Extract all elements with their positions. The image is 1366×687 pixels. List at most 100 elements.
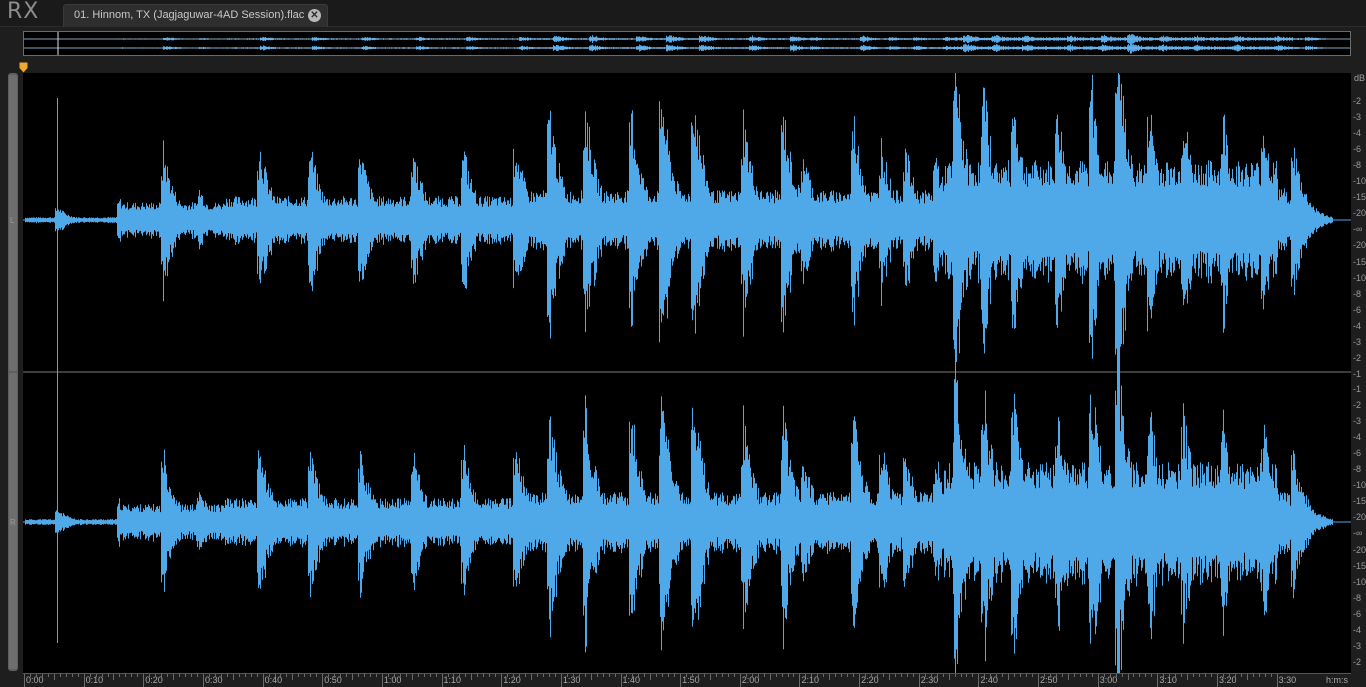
time-minor-tick — [638, 674, 640, 677]
time-minor-tick — [1205, 674, 1207, 677]
time-minor-tick — [131, 674, 133, 677]
time-minor-tick — [364, 674, 365, 677]
time-minor-tick — [709, 674, 711, 680]
time-tick-label: 3:10 — [1159, 675, 1177, 685]
time-minor-tick — [954, 674, 956, 677]
time-minor-tick — [1014, 674, 1016, 677]
time-minor-tick — [459, 674, 461, 677]
time-minor-tick — [226, 674, 228, 677]
time-minor-tick — [1234, 674, 1236, 677]
time-minor-tick — [453, 674, 455, 677]
time-tick-mark — [1038, 674, 1040, 687]
time-minor-tick — [244, 674, 246, 677]
time-minor-tick — [823, 674, 825, 677]
time-minor-tick — [602, 674, 604, 677]
left-channel-db-tick: -4 — [1353, 128, 1362, 139]
right-channel-db-tick: -8 — [1353, 592, 1362, 603]
time-minor-tick — [274, 674, 276, 677]
time-minor-tick — [871, 674, 873, 677]
right-channel-db-tick: -10 — [1353, 576, 1366, 587]
time-tick-mark — [1217, 674, 1218, 687]
time-minor-tick — [745, 674, 747, 677]
time-minor-tick — [781, 674, 783, 677]
time-minor-tick — [692, 674, 694, 677]
waveform-display[interactable] — [23, 73, 1351, 673]
time-minor-tick — [1121, 674, 1123, 677]
waveform-overview[interactable] — [23, 31, 1351, 56]
time-minor-tick — [566, 674, 568, 677]
time-minor-tick — [847, 674, 849, 677]
time-minor-tick — [53, 674, 55, 680]
time-minor-tick — [1163, 674, 1165, 677]
right-channel-db-tick: -15 — [1353, 496, 1366, 507]
time-tick-mark — [381, 674, 383, 687]
time-minor-tick — [763, 674, 765, 677]
time-minor-tick — [948, 674, 950, 680]
time-minor-tick — [310, 674, 312, 677]
time-minor-tick — [966, 674, 968, 677]
time-minor-tick — [584, 674, 586, 677]
right-channel-db-tick: -∞ — [1353, 528, 1363, 539]
close-icon[interactable]: ✕ — [308, 9, 321, 22]
left-channel-db-tick: -8 — [1353, 288, 1362, 299]
time-minor-tick — [375, 674, 377, 677]
time-minor-tick — [656, 674, 658, 677]
time-minor-tick — [1133, 674, 1135, 677]
time-tick-mark — [24, 674, 25, 687]
time-minor-tick — [972, 674, 974, 677]
right-channel-db-tick: -4 — [1353, 624, 1362, 635]
time-minor-tick — [316, 674, 318, 677]
left-channel-db-tick: -20 — [1353, 208, 1366, 219]
time-minor-tick — [1055, 674, 1057, 677]
time-minor-tick — [942, 674, 944, 677]
time-minor-tick — [608, 674, 610, 677]
left-channel-db-tick: -1 — [1353, 368, 1362, 379]
time-tick-label: 2:50 — [1040, 675, 1058, 685]
time-tick-label: 1:40 — [622, 675, 641, 685]
right-channel-db-tick: -6 — [1353, 448, 1362, 459]
time-tick-mark — [560, 674, 562, 687]
time-minor-tick — [298, 674, 300, 677]
time-minor-tick — [1103, 674, 1105, 677]
time-tick-label: 0:00 — [26, 675, 44, 685]
time-minor-tick — [853, 674, 855, 677]
time-minor-tick — [775, 674, 777, 677]
right-channel-db-tick: -10 — [1353, 480, 1366, 491]
time-minor-tick — [888, 674, 890, 680]
time-minor-tick — [513, 674, 515, 677]
time-minor-tick — [829, 674, 831, 680]
time-tick-label: 0:40 — [264, 675, 283, 685]
time-tick-mark — [143, 674, 145, 687]
time-tick-label: 1:50 — [682, 675, 700, 685]
time-minor-tick — [101, 674, 103, 677]
time-minor-tick — [214, 674, 216, 677]
time-minor-tick — [686, 674, 688, 677]
file-tab[interactable]: 01. Hinnom, TX (Jagjaguwar-4AD Session).… — [63, 4, 328, 27]
time-minor-tick — [906, 674, 908, 677]
time-minor-tick — [715, 674, 717, 677]
time-minor-tick — [1228, 674, 1230, 677]
time-minor-tick — [59, 674, 61, 677]
time-minor-tick — [1145, 674, 1147, 677]
right-channel-db-tick: -2 — [1353, 400, 1362, 411]
left-channel-waveform — [23, 73, 1351, 409]
right-channel-db-tick: -15 — [1353, 560, 1366, 571]
time-minor-tick — [644, 674, 646, 677]
time-minor-tick — [1026, 674, 1028, 677]
time-tick-label: 1:30 — [562, 675, 581, 685]
right-channel-db-tick: -2 — [1353, 656, 1362, 667]
time-tick-label: 2:20 — [861, 675, 879, 685]
time-minor-tick — [817, 674, 819, 677]
playhead-marker-icon[interactable] — [19, 62, 28, 73]
time-minor-tick — [1061, 674, 1063, 677]
time-tick-mark — [978, 674, 980, 687]
time-minor-tick — [912, 674, 914, 677]
time-minor-tick — [185, 674, 187, 677]
time-minor-tick — [841, 674, 843, 677]
time-minor-tick — [1002, 674, 1004, 677]
time-minor-tick — [95, 674, 97, 677]
channel-label-right: R — [10, 518, 16, 527]
vertical-scrollbar[interactable] — [8, 73, 18, 671]
channel-label-left: L — [10, 216, 15, 225]
time-minor-tick — [292, 674, 294, 680]
